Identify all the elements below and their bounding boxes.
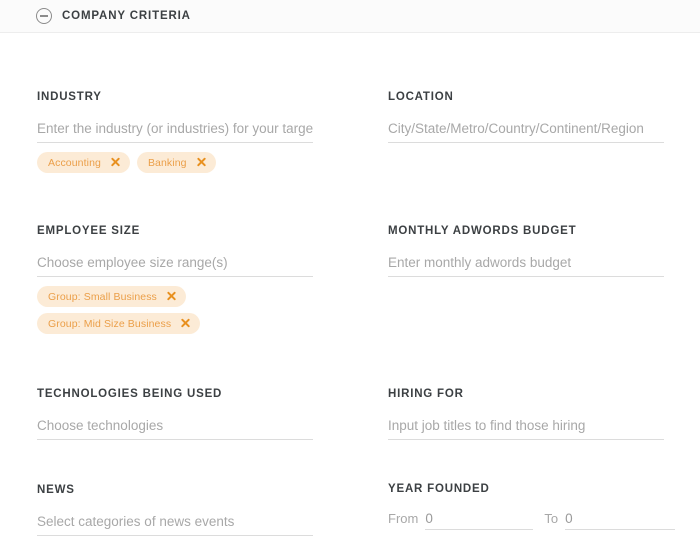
technologies-placeholder: Choose technologies xyxy=(37,416,313,436)
news-placeholder: Select categories of news events xyxy=(37,512,313,532)
year-founded-from-input[interactable]: 0 xyxy=(425,509,533,530)
close-icon[interactable] xyxy=(196,157,207,168)
tag-item[interactable]: Group: Mid Size Business xyxy=(37,313,200,334)
hiring-for-input[interactable]: Input job titles to find those hiring xyxy=(388,416,664,440)
panel-title: COMPANY CRITERIA xyxy=(62,10,191,22)
year-founded-range: From 0 To 0 xyxy=(388,509,664,530)
industry-input[interactable]: Enter the industry (or industries) for y… xyxy=(37,119,313,143)
field-employee-size: EMPLOYEE SIZE Choose employee size range… xyxy=(37,224,313,334)
year-founded-to: To 0 xyxy=(544,509,675,530)
close-icon[interactable] xyxy=(166,291,177,302)
circle-minus-icon[interactable] xyxy=(36,8,52,24)
monthly-adwords-budget-input[interactable]: Enter monthly adwords budget xyxy=(388,253,664,277)
tag-label: Banking xyxy=(148,157,187,169)
tag-item[interactable]: Banking xyxy=(137,152,216,173)
year-founded-to-input[interactable]: 0 xyxy=(565,509,675,530)
field-label-employee-size: EMPLOYEE SIZE xyxy=(37,224,313,238)
field-label-hiring-for: HIRING FOR xyxy=(388,387,664,401)
tag-item[interactable]: Group: Small Business xyxy=(37,286,186,307)
year-founded-from: From 0 xyxy=(388,509,533,530)
location-placeholder: City/State/Metro/Country/Continent/Regio… xyxy=(388,119,664,139)
field-technologies: TECHNOLOGIES BEING USED Choose technolog… xyxy=(37,387,313,440)
field-label-industry: INDUSTRY xyxy=(37,90,313,104)
field-news: NEWS Select categories of news events xyxy=(37,483,313,536)
field-label-monthly-adwords-budget: MONTHLY ADWORDS BUDGET xyxy=(388,224,664,238)
tag-label: Group: Small Business xyxy=(48,291,157,303)
industry-placeholder: Enter the industry (or industries) for y… xyxy=(37,119,313,139)
tag-item[interactable]: Accounting xyxy=(37,152,130,173)
employee-size-input[interactable]: Choose employee size range(s) xyxy=(37,253,313,277)
field-label-location: LOCATION xyxy=(388,90,664,104)
field-location: LOCATION City/State/Metro/Country/Contin… xyxy=(388,90,664,143)
monthly-adwords-budget-placeholder: Enter monthly adwords budget xyxy=(388,253,664,273)
tag-label: Accounting xyxy=(48,157,101,169)
field-industry: INDUSTRY Enter the industry (or industri… xyxy=(37,90,313,173)
year-founded-from-value: 0 xyxy=(425,509,533,528)
field-monthly-adwords-budget: MONTHLY ADWORDS BUDGET Enter monthly adw… xyxy=(388,224,664,277)
field-hiring-for: HIRING FOR Input job titles to find thos… xyxy=(388,387,664,440)
tag-label: Group: Mid Size Business xyxy=(48,318,171,330)
field-label-technologies: TECHNOLOGIES BEING USED xyxy=(37,387,313,401)
field-year-founded: YEAR FOUNDED From 0 To 0 xyxy=(388,482,664,530)
field-label-year-founded: YEAR FOUNDED xyxy=(388,482,664,496)
year-founded-from-label: From xyxy=(388,510,418,528)
location-input[interactable]: City/State/Metro/Country/Continent/Regio… xyxy=(388,119,664,143)
industry-tag-list: Accounting Banking xyxy=(37,152,313,173)
employee-size-tag-list: Group: Small Business Group: Mid Size Bu… xyxy=(37,286,313,334)
technologies-input[interactable]: Choose technologies xyxy=(37,416,313,440)
company-criteria-header[interactable]: COMPANY CRITERIA xyxy=(0,0,700,33)
close-icon[interactable] xyxy=(180,318,191,329)
employee-size-placeholder: Choose employee size range(s) xyxy=(37,253,313,273)
hiring-for-placeholder: Input job titles to find those hiring xyxy=(388,416,664,436)
news-input[interactable]: Select categories of news events xyxy=(37,512,313,536)
year-founded-to-value: 0 xyxy=(565,509,675,528)
close-icon[interactable] xyxy=(110,157,121,168)
field-label-news: NEWS xyxy=(37,483,313,497)
year-founded-to-label: To xyxy=(544,510,558,528)
